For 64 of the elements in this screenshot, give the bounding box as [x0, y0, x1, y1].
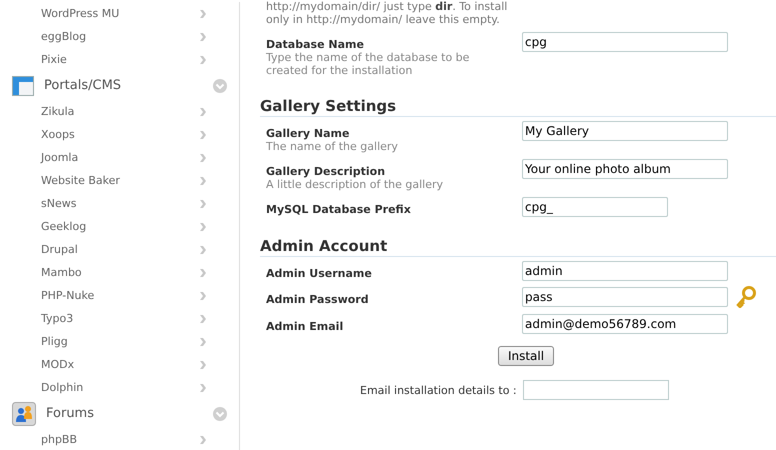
input-field[interactable]: Your online photo album: [522, 159, 728, 179]
sidebar-item[interactable]: Drupal: [0, 238, 239, 261]
arrow-icon: [199, 336, 207, 346]
sidebar-item[interactable]: WordPress MU: [0, 2, 239, 25]
arrow-icon: [199, 152, 207, 162]
field-label: Gallery Name: [266, 127, 350, 140]
sidebar-item[interactable]: sNews: [0, 192, 239, 215]
field-label: Email installation details to :: [360, 384, 517, 396]
arrow-icon: [199, 8, 207, 18]
arrow-icon: [199, 32, 207, 42]
sidebar-item[interactable]: MODx: [0, 353, 239, 376]
sidebar-item[interactable]: Pligg: [0, 330, 239, 353]
sidebar-section-header[interactable]: Forums: [0, 399, 239, 428]
field-label: Database Name: [266, 38, 365, 51]
section-heading: Admin Account: [260, 237, 776, 257]
field-description: Type the name of the database to be created for the installation: [266, 51, 470, 77]
arrow-icon: [199, 54, 207, 64]
input-field[interactable]: [522, 380, 669, 400]
arrow-icon: [199, 176, 207, 186]
sidebar-item[interactable]: Pixie: [0, 48, 239, 71]
field-label: Gallery Description: [266, 165, 386, 178]
sidebar-item[interactable]: Dolphin: [0, 376, 239, 399]
input-field[interactable]: My Gallery: [522, 121, 728, 141]
help-text: http://mydomain/dir/ just type dir. To install only in http://mydomain/ leave this empty.: [266, 0, 508, 26]
input-field[interactable]: pass: [522, 287, 728, 307]
sidebar-item[interactable]: phpBB: [0, 428, 239, 450]
sidebar-item[interactable]: Xoops: [0, 123, 239, 146]
section-heading: Gallery Settings: [260, 97, 776, 117]
sidebar-section-header[interactable]: Portals/CMS: [0, 71, 239, 100]
sidebar-item[interactable]: Joomla: [0, 146, 239, 169]
input-field[interactable]: cpg_: [522, 197, 668, 217]
people-icon: [12, 402, 36, 426]
field-label: Admin Email: [266, 320, 344, 333]
field-description: The name of the gallery: [266, 140, 399, 153]
sidebar-item[interactable]: Website Baker: [0, 169, 239, 192]
arrow-icon: [199, 130, 207, 140]
window-icon: [12, 76, 34, 96]
field-label: Admin Password: [266, 293, 370, 306]
input-field[interactable]: admin@demo56789.com: [522, 314, 728, 334]
arrow-icon: [199, 244, 207, 254]
field-label: MySQL Database Prefix: [266, 203, 412, 216]
sidebar-item[interactable]: Zikula: [0, 100, 239, 123]
arrow-icon: [199, 360, 207, 370]
key-icon[interactable]: [736, 286, 756, 308]
sidebar-item[interactable]: Typo3: [0, 307, 239, 330]
field-description: A little description of the gallery: [266, 178, 444, 191]
arrow-icon: [199, 268, 207, 278]
install-button[interactable]: Install: [498, 346, 554, 366]
sidebar-item[interactable]: Mambo: [0, 261, 239, 284]
section-title: Portals/CMS: [44, 78, 122, 93]
arrow-icon: [199, 434, 207, 444]
arrow-icon: [199, 382, 207, 392]
arrow-icon: [199, 290, 207, 300]
sidebar-item[interactable]: PHP-Nuke: [0, 284, 239, 307]
arrow-icon: [199, 198, 207, 208]
sidebar-item[interactable]: eggBlog: [0, 25, 239, 48]
input-field[interactable]: cpg: [522, 32, 728, 52]
arrow-icon: [199, 314, 207, 324]
input-field[interactable]: admin: [522, 261, 728, 281]
arrow-icon: [199, 222, 207, 232]
sidebar-item[interactable]: Geeklog: [0, 215, 239, 238]
arrow-icon: [199, 106, 207, 116]
section-title: Forums: [46, 406, 95, 421]
field-label: Admin Username: [266, 267, 373, 280]
